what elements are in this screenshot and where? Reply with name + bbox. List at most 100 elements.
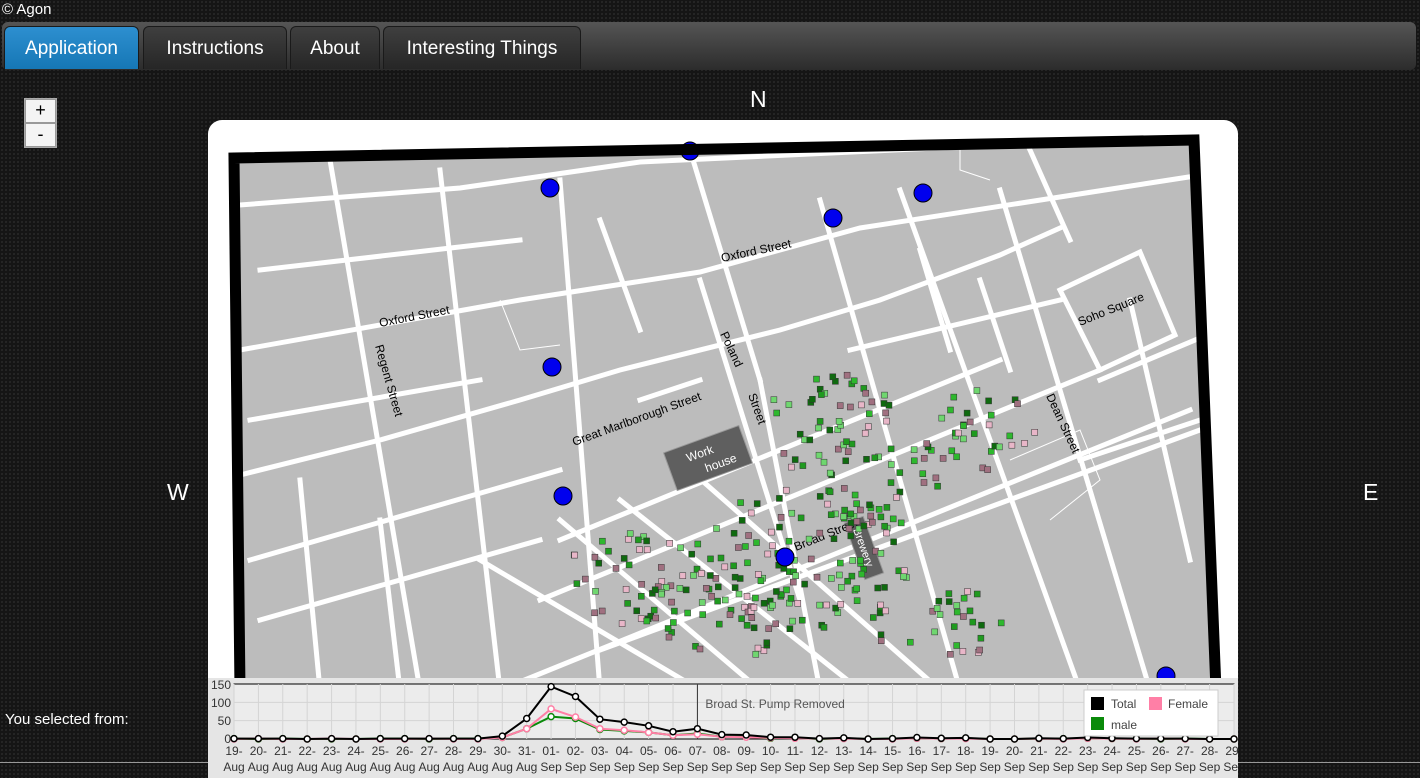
map-frame[interactable]: Work house Brewery Oxford Street Oxford … [208,120,1238,740]
death-marker [744,559,751,567]
tab-instructions[interactable]: Instructions [143,26,287,69]
x-tick-label: Aug [418,760,439,774]
series-point-total[interactable] [888,734,897,743]
series-point-total[interactable] [961,734,970,742]
death-marker [876,609,884,617]
tab-application[interactable]: Application [4,26,139,69]
tab-interesting-things[interactable]: Interesting Things [383,26,581,69]
death-marker [931,628,938,636]
death-marker [830,535,838,542]
series-point-total[interactable] [766,733,775,741]
death-marker [836,571,843,579]
series-point-total[interactable] [937,734,946,743]
death-marker [688,550,695,558]
death-marker [985,397,992,405]
series-point-total[interactable] [596,715,604,723]
series-point-total[interactable] [669,727,677,736]
series-point-total[interactable] [498,732,507,740]
series-point-total[interactable] [522,714,531,723]
x-tick-label: 27- [420,744,437,758]
pump-marker[interactable] [540,178,560,198]
death-marker [933,605,941,612]
series-point-female[interactable] [522,724,531,733]
series-point-total[interactable] [449,734,458,743]
x-tick-label: Sep [1199,760,1221,774]
series-point-total[interactable] [1059,734,1068,743]
death-marker [816,601,823,609]
series-point-female[interactable] [547,705,555,713]
series-point-total[interactable] [425,734,433,743]
death-marker [885,402,893,409]
pump-marker[interactable] [553,486,573,506]
death-marker [820,458,828,466]
pump-marker[interactable] [542,357,562,377]
x-tick-label: 19- [225,744,242,758]
x-tick-label: 20- [250,744,267,758]
series-point-total[interactable] [1035,734,1043,743]
series-point-total[interactable] [400,734,409,743]
series-point-female[interactable] [620,726,628,734]
series-point-male[interactable] [547,712,555,721]
death-marker [932,474,940,482]
x-tick-label: Aug [443,760,464,774]
series-point-total[interactable] [327,734,336,743]
series-point-total[interactable] [864,735,872,743]
broad-street-pump-marker[interactable] [775,547,795,567]
death-marker [881,584,888,591]
series-point-total[interactable] [742,731,750,739]
series-point-total[interactable] [840,734,848,742]
series-point-total[interactable] [1010,735,1019,743]
death-marker [953,602,961,609]
series-point-total[interactable] [303,735,311,743]
x-tick-label: 19- [981,744,998,758]
x-tick-label: 16- [908,744,925,758]
x-tick-label: 17- [933,744,950,758]
series-point-total[interactable] [474,734,482,743]
series-point-total[interactable] [279,734,287,743]
deaths-timeline-chart[interactable]: 150 100 50 0 Broad St. Pump Removed 19- A… [208,678,1238,778]
series-point-total[interactable] [913,733,921,742]
zoom-in-button[interactable]: + [25,99,56,123]
death-marker [813,375,820,383]
series-point-total[interactable] [986,735,994,743]
series-point-total[interactable] [1230,735,1238,743]
legend-label-female: Female [1168,697,1208,711]
series-point-total[interactable] [1205,735,1214,743]
series-point-total[interactable] [815,734,824,743]
death-marker [698,570,705,577]
death-marker [848,440,856,448]
snow-map[interactable]: Work house Brewery Oxford Street Oxford … [208,120,1238,740]
series-point-total[interactable] [254,734,263,743]
death-marker [966,607,974,615]
death-marker [694,540,702,548]
x-tick-label: Sep [1077,760,1099,774]
zoom-out-button[interactable]: - [25,123,56,147]
death-marker [637,615,645,622]
death-marker [939,455,947,462]
x-tick-label: 23- [1079,744,1096,758]
death-marker [881,391,888,399]
series-point-total[interactable] [352,735,360,743]
series-point-total[interactable] [620,718,628,726]
pump-marker[interactable] [823,208,843,228]
series-point-total[interactable] [693,724,702,733]
series-point-female[interactable] [596,724,604,733]
x-tick-label: Aug [345,760,366,774]
deaths-chart-panel[interactable]: 150 100 50 0 Broad St. Pump Removed 19- A… [208,678,1238,778]
series-point-female[interactable] [644,728,653,737]
series-point-total[interactable] [718,730,726,739]
x-tick-label: Sep [857,760,879,774]
tab-about[interactable]: About [290,26,380,69]
death-marker [964,588,971,595]
series-point-total[interactable] [547,682,555,691]
death-marker [826,488,834,496]
series-point-total[interactable] [376,734,385,743]
series-point-total[interactable] [644,722,653,730]
death-marker [591,553,599,561]
series-point-total[interactable] [571,692,580,701]
series-point-total[interactable] [230,734,238,743]
series-point-female[interactable] [571,713,580,721]
series-point-total[interactable] [791,733,799,741]
pump-marker[interactable] [913,183,933,203]
x-tick-label: 08- [713,744,730,758]
